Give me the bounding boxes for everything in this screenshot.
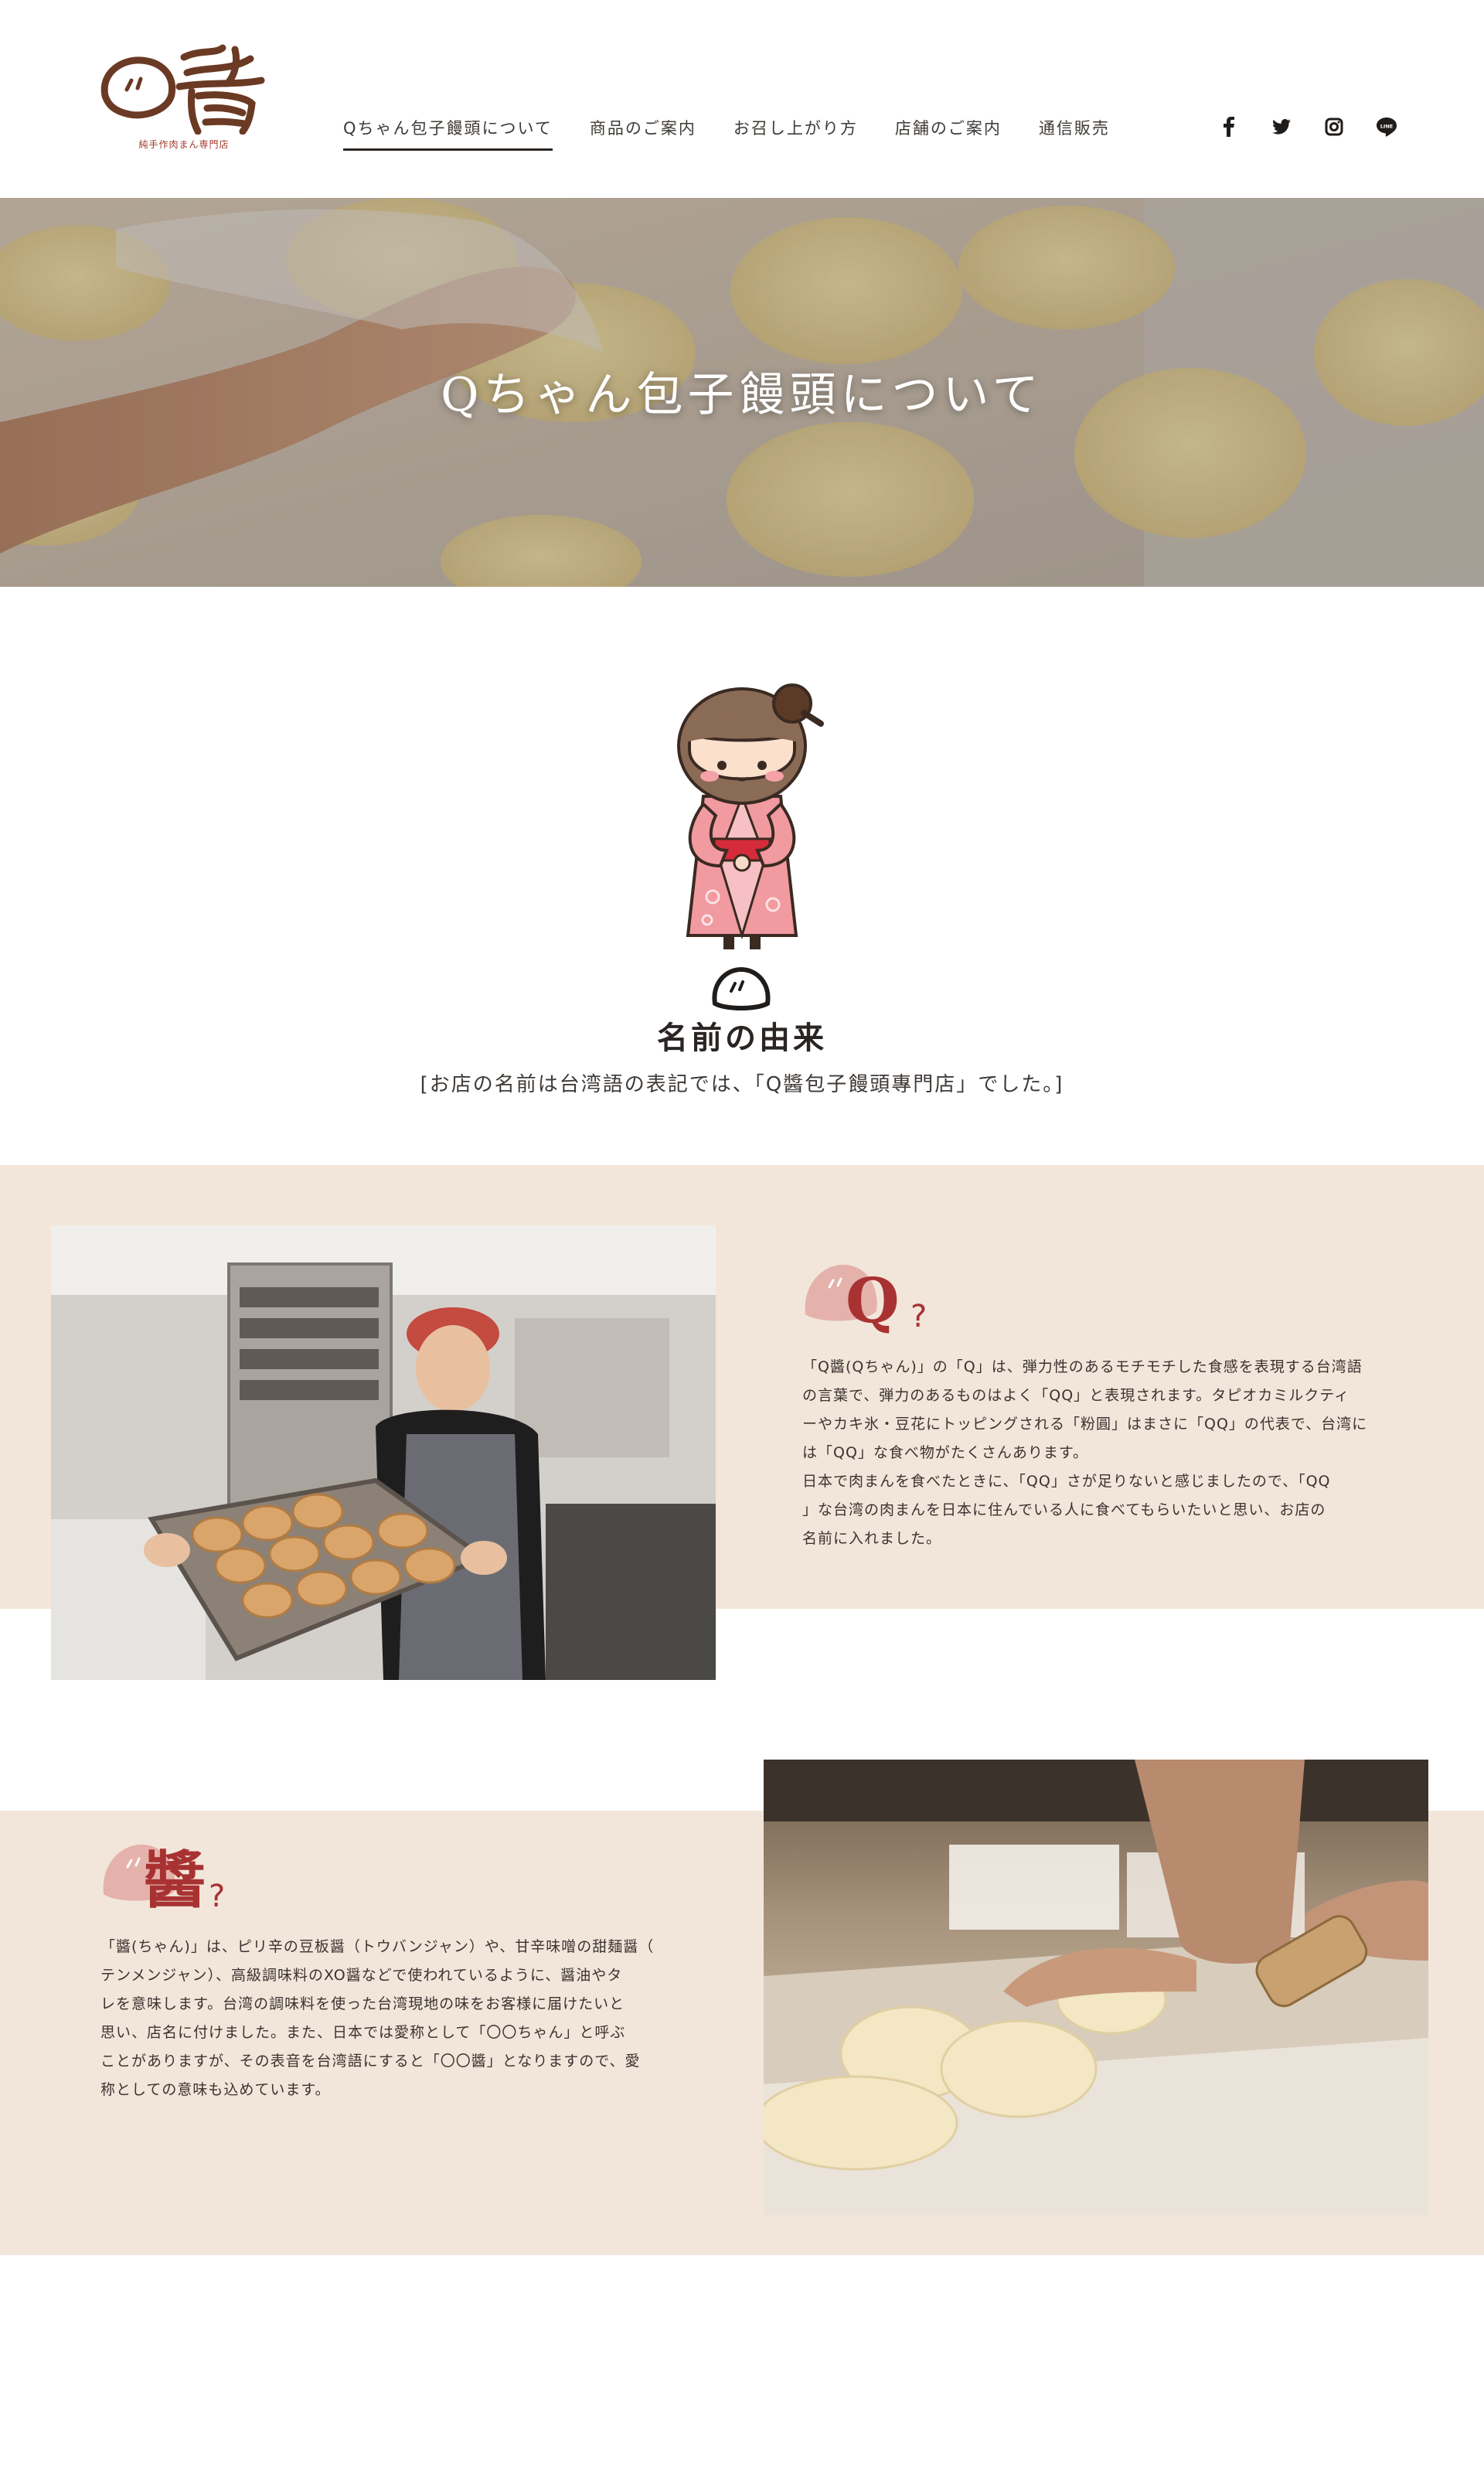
origin-description: [お店の名前は台湾語の表記では、「Q醬包子饅頭專門店」でした。] <box>420 1073 1064 1096</box>
feature-q-question-mark: ? <box>910 1299 928 1334</box>
bun-icon <box>712 966 771 1010</box>
twitter-icon[interactable] <box>1269 114 1294 139</box>
facebook-icon[interactable] <box>1217 114 1241 139</box>
mascot-illustration <box>677 683 824 949</box>
feature-jan-text: 醬 ? 「醬(ちゃん)」は、ピリ辛の豆板醤（トウバンジャン）や、甘辛味噌の甜麺醤… <box>100 1840 672 2104</box>
nav-item-mail-order[interactable]: 通信販売 <box>1039 116 1110 151</box>
main-nav: Qちゃん包子饅頭について 商品のご案内 お召し上がり方 店舗のご案内 通信販売 <box>343 116 1147 151</box>
logo-subtitle: 純手作肉まん専門店 <box>138 139 230 150</box>
feature-jan-heading: 醬 ? <box>100 1840 286 1933</box>
baker-photo <box>51 1225 716 1680</box>
feature-q-heading-char: Q <box>846 1264 900 1337</box>
feature-q-text: Q ? 「Q醬(Qちゃん)」の「Q」は、弾力性のあるモチモチした食感を表現する台… <box>802 1260 1374 1553</box>
name-origin-section: 名前の由来 [お店の名前は台湾語の表記では、「Q醬包子饅頭專門店」でした。] <box>0 665 1484 1098</box>
dough-rolling-photo <box>764 1760 1428 2215</box>
site-logo[interactable]: 純手作肉まん専門店 <box>99 42 269 165</box>
origin-title: 名前の由来 <box>657 1021 827 1056</box>
feature-jan-heading-char: 醬 <box>144 1844 206 1917</box>
feature-q-body: 「Q醬(Qちゃん)」の「Q」は、弾力性のあるモチモチした食感を表現する台湾語 の… <box>802 1358 1368 1547</box>
nav-item-products[interactable]: 商品のご案内 <box>590 116 696 151</box>
social-links: LINE <box>1217 114 1427 139</box>
svg-text:LINE: LINE <box>1380 124 1393 130</box>
nav-item-about[interactable]: Qちゃん包子饅頭について <box>343 116 553 151</box>
site-header: 純手作肉まん専門店 Qちゃん包子饅頭について 商品のご案内 お召し上がり方 店舗… <box>0 0 1484 198</box>
logo-mark <box>100 44 265 135</box>
hero-banner: Qちゃん包子饅頭について <box>0 198 1484 587</box>
nav-item-stores[interactable]: 店舗のご案内 <box>895 116 1002 151</box>
feature-jan-question-mark: ? <box>209 1879 226 1914</box>
hero-title: Qちゃん包子饅頭について <box>441 368 1043 422</box>
instagram-icon[interactable] <box>1322 114 1346 139</box>
feature-q-heading: Q ? <box>802 1260 988 1353</box>
nav-item-how-to-eat[interactable]: お召し上がり方 <box>733 116 858 151</box>
feature-jan-body: 「醬(ちゃん)」は、ピリ辛の豆板醤（トウバンジャン）や、甘辛味噌の甜麺醤（ テン… <box>100 1938 655 2098</box>
line-icon[interactable]: LINE <box>1374 114 1399 139</box>
